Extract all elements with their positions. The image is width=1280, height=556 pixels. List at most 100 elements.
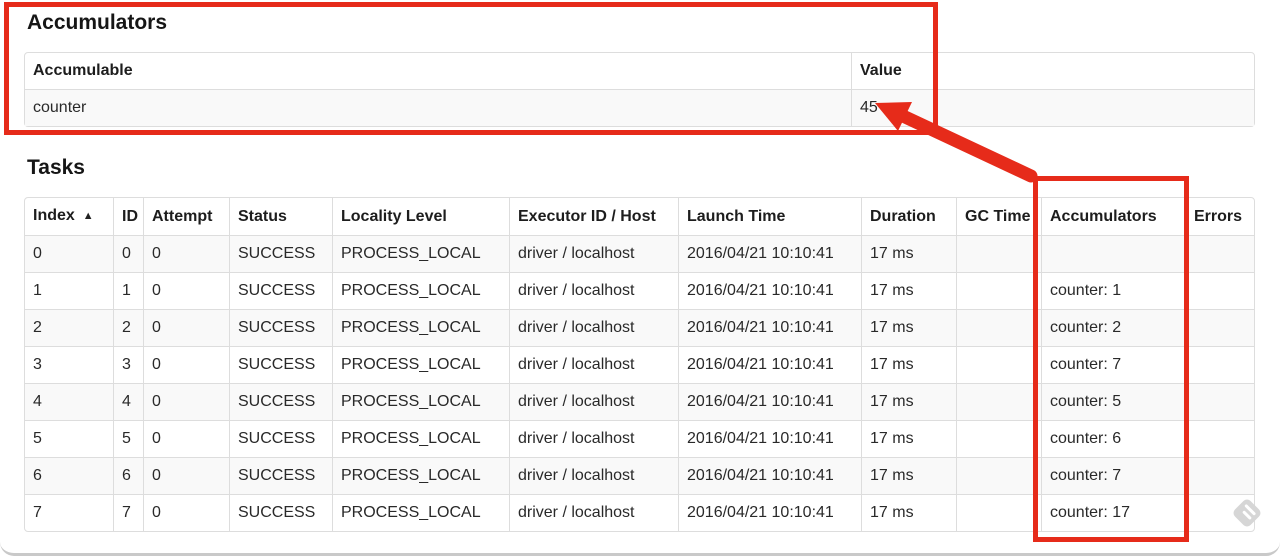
sort-ascending-icon: ▲: [82, 210, 94, 222]
cell: [1185, 383, 1254, 420]
cell: PROCESS_LOCAL: [332, 309, 509, 346]
cell: counter: 17: [1041, 494, 1185, 531]
tasks-heading: Tasks: [27, 156, 85, 179]
cell: 1: [113, 272, 143, 309]
cell: 0: [143, 420, 229, 457]
cell: 17 ms: [861, 309, 956, 346]
cell: 0: [143, 309, 229, 346]
column-header-duration[interactable]: Duration: [861, 198, 956, 235]
cell: driver / localhost: [509, 346, 678, 383]
cell: [956, 346, 1041, 383]
cell: 0: [143, 272, 229, 309]
cell: counter: 7: [1041, 346, 1185, 383]
cell: counter: [25, 89, 851, 126]
cell: driver / localhost: [509, 494, 678, 531]
cell: [1185, 272, 1254, 309]
cell: [956, 272, 1041, 309]
cell: SUCCESS: [229, 383, 332, 420]
cell: 2: [113, 309, 143, 346]
cell: PROCESS_LOCAL: [332, 457, 509, 494]
column-header-id[interactable]: ID: [113, 198, 143, 235]
accumulators-table: Accumulable Value counter 45: [24, 52, 1255, 127]
accumulators-heading: Accumulators: [27, 11, 168, 34]
column-header-value: Value: [851, 53, 1254, 89]
table-row: 3 3 0 SUCCESS PROCESS_LOCAL driver / localhos…: [25, 346, 1254, 383]
cell: [1185, 346, 1254, 383]
cell: 1: [25, 272, 113, 309]
cell: 0: [143, 235, 229, 272]
cell: 0: [143, 494, 229, 531]
tasks-table: Index ▲ ID Attempt Status Locality Level Execu…: [24, 197, 1255, 532]
cell: driver / localhost: [509, 272, 678, 309]
cell: PROCESS_LOCAL: [332, 494, 509, 531]
table-row: 0 0 0 SUCCESS PROCESS_LOCAL driver / localhos…: [25, 235, 1254, 272]
column-header-executor-id-host[interactable]: Executor ID / Host: [509, 198, 678, 235]
cell: 2: [25, 309, 113, 346]
cell: SUCCESS: [229, 457, 332, 494]
cell: 7: [113, 494, 143, 531]
cell: driver / localhost: [509, 309, 678, 346]
cell: 2016/04/21 10:10:41: [678, 420, 861, 457]
cell: [1041, 235, 1185, 272]
cell: 45: [851, 89, 1254, 126]
table-row: 1 1 0 SUCCESS PROCESS_LOCAL driver / localhos…: [25, 272, 1254, 309]
column-header-accumulable: Accumulable: [33, 62, 133, 79]
accumulators-section: Accumulators Accumulable Value counter 45: [24, 10, 1255, 127]
cell: [1185, 420, 1254, 457]
cell: SUCCESS: [229, 272, 332, 309]
cell: PROCESS_LOCAL: [332, 235, 509, 272]
table-row: 4 4 0 SUCCESS PROCESS_LOCAL driver / localhos…: [25, 383, 1254, 420]
column-header-errors[interactable]: Errors: [1185, 198, 1254, 235]
cell: 17 ms: [861, 383, 956, 420]
cell: 17 ms: [861, 457, 956, 494]
cell: driver / localhost: [509, 457, 678, 494]
cell: 0: [143, 457, 229, 494]
cell: 6: [25, 457, 113, 494]
cell: PROCESS_LOCAL: [332, 383, 509, 420]
cell: [956, 494, 1041, 531]
cell: 2016/04/21 10:10:41: [678, 272, 861, 309]
table-row: 2 2 0 SUCCESS PROCESS_LOCAL driver / localhos…: [25, 309, 1254, 346]
cell: 2016/04/21 10:10:41: [678, 346, 861, 383]
cell: 2016/04/21 10:10:41: [678, 383, 861, 420]
cell: 3: [25, 346, 113, 383]
cell: SUCCESS: [229, 235, 332, 272]
column-header-locality-level[interactable]: Locality Level: [332, 198, 509, 235]
column-header-launch-time[interactable]: Launch Time: [678, 198, 861, 235]
cell: 2016/04/21 10:10:41: [678, 457, 861, 494]
cell: counter: 7: [1041, 457, 1185, 494]
column-header-index[interactable]: Index ▲: [25, 198, 113, 235]
column-header-attempt[interactable]: Attempt: [143, 198, 229, 235]
column-header-gc-time[interactable]: GC Time: [956, 198, 1041, 235]
cell: 5: [25, 420, 113, 457]
page-content: Accumulators Accumulable Value counter 45 …: [24, 10, 1255, 532]
tasks-section: Tasks Index ▲ ID Attempt Status Locality Leve…: [24, 155, 1255, 532]
table-row: counter 45: [25, 89, 1254, 126]
cell: 0: [143, 346, 229, 383]
accumulators-header-row: Accumulable Value: [25, 53, 1254, 89]
cell: PROCESS_LOCAL: [332, 272, 509, 309]
table-row: 5 5 0 SUCCESS PROCESS_LOCAL driver / localhos…: [25, 420, 1254, 457]
cell: 4: [25, 383, 113, 420]
cell: 17 ms: [861, 420, 956, 457]
cell: 17 ms: [861, 494, 956, 531]
column-header-status[interactable]: Status: [229, 198, 332, 235]
cell: [1185, 457, 1254, 494]
cell: 17 ms: [861, 235, 956, 272]
cell: counter: 2: [1041, 309, 1185, 346]
spark-stage-page: Accumulators Accumulable Value counter 45 …: [0, 0, 1280, 556]
cell: 4: [113, 383, 143, 420]
cell: counter: 6: [1041, 420, 1185, 457]
cell: SUCCESS: [229, 420, 332, 457]
cell: [1185, 309, 1254, 346]
cell: 0: [113, 235, 143, 272]
cell: 0: [25, 235, 113, 272]
cell: SUCCESS: [229, 309, 332, 346]
cell: 2016/04/21 10:10:41: [678, 494, 861, 531]
column-header-accumulators[interactable]: Accumulators: [1041, 198, 1185, 235]
cell: driver / localhost: [509, 383, 678, 420]
tasks-header-row: Index ▲ ID Attempt Status Locality Level Execu…: [25, 198, 1254, 235]
cell: PROCESS_LOCAL: [332, 420, 509, 457]
cell: PROCESS_LOCAL: [332, 346, 509, 383]
cell: counter: 1: [1041, 272, 1185, 309]
